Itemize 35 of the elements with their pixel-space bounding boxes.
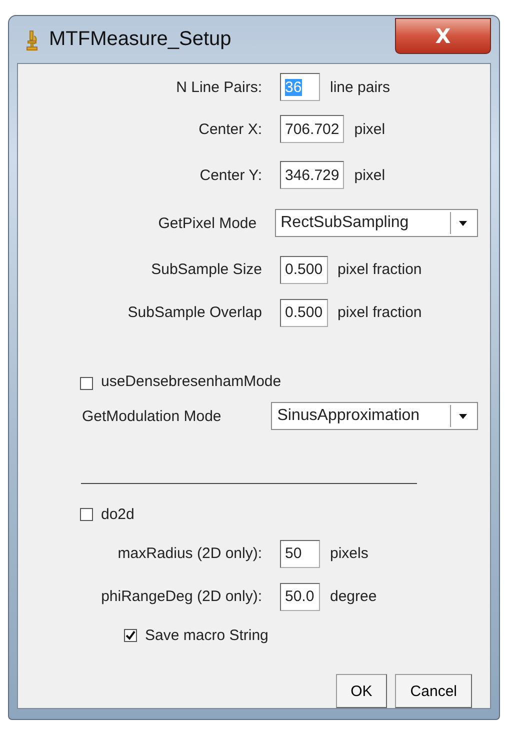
unit-label: line pairs [330, 78, 390, 96]
field-label: Center X: [198, 120, 262, 138]
cancel-button[interactable]: Cancel [395, 674, 472, 708]
unit-label: degree [330, 588, 377, 605]
field-label: GetPixel Mode [157, 214, 257, 232]
unit-label: pixels [330, 545, 368, 562]
unit-label: pixel [354, 120, 386, 138]
checkbox-label: Save macro String [145, 626, 268, 644]
input-field[interactable]: 346.729 [280, 161, 344, 189]
unit-label: pixel fraction [338, 261, 422, 278]
close-button[interactable]: X [395, 18, 491, 54]
field-label: GetModulation Mode [82, 408, 222, 424]
field-label: N Line Pairs: [175, 78, 262, 96]
dropdown[interactable]: SinusApproximation [271, 402, 478, 430]
ok-button[interactable]: OK [336, 674, 388, 708]
input-field[interactable]: 0.500 [280, 298, 328, 326]
window-title: MTFMeasure_Setup [49, 28, 232, 51]
dropdown[interactable]: RectSubSampling [274, 209, 478, 237]
field-label: SubSample Overlap [126, 304, 262, 321]
input-field[interactable]: 706.702 [280, 115, 344, 143]
microscope-icon [25, 28, 39, 50]
checkbox[interactable] [80, 377, 93, 390]
field-label: phiRangeDeg (2D only): [100, 588, 262, 605]
input-field[interactable]: 0.500 [280, 256, 328, 284]
input-field[interactable]: 50 [280, 540, 320, 568]
checkbox-label: useDensebresenhamMode [101, 373, 282, 390]
unit-label: pixel fraction [338, 304, 422, 321]
field-label: Center Y: [198, 166, 262, 184]
field-label: SubSample Size [150, 261, 262, 278]
unit-label: pixel [354, 166, 386, 184]
checkbox-label: do2d [101, 506, 134, 522]
checkbox[interactable] [124, 628, 137, 642]
checkbox[interactable] [80, 508, 93, 520]
field-label: maxRadius (2D only): [116, 545, 262, 562]
input-field[interactable]: 50.0 [280, 582, 320, 610]
